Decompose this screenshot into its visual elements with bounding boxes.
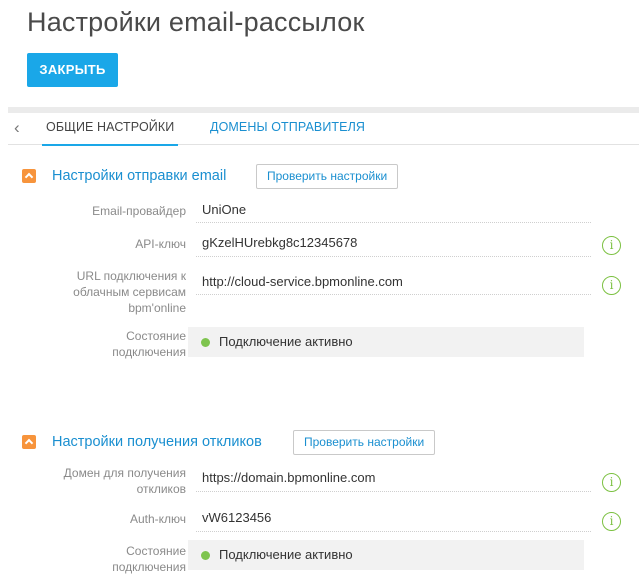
connection-status-text: Подключение активно <box>219 334 353 349</box>
check-send-settings-button[interactable]: Проверить настройки <box>256 164 399 189</box>
api-key-underline <box>196 256 591 257</box>
cloud-url-field[interactable]: http://cloud-service.bpmonline.com <box>202 274 403 289</box>
back-chevron-icon[interactable]: ‹ <box>14 118 28 138</box>
field-label-cloud-url: URL подключения к облачным сервисам bpm'… <box>73 269 186 315</box>
response-domain-field[interactable]: https://domain.bpmonline.com <box>202 470 375 485</box>
status-dot-icon <box>201 551 210 560</box>
field-label-email-provider: Email-провайдер <box>92 204 186 218</box>
receive-section-title: Настройки получения откликов <box>52 434 262 450</box>
info-icon[interactable]: i <box>602 236 621 255</box>
cloud-url-underline <box>196 294 591 295</box>
info-icon[interactable]: i <box>602 473 621 492</box>
collapse-chevron-icon[interactable] <box>22 435 36 449</box>
response-domain-underline <box>196 491 591 492</box>
status-dot-icon <box>201 338 210 347</box>
info-icon[interactable]: i <box>602 512 621 531</box>
field-label-api-key: API-ключ <box>135 237 186 251</box>
connection-status-text: Подключение активно <box>219 547 353 562</box>
field-label-auth-key: Auth-ключ <box>129 512 186 526</box>
page-title: Настройки email-рассылок <box>27 7 365 37</box>
email-provider-underline <box>196 222 591 223</box>
tab-general-settings[interactable]: ОБЩИЕ НАСТРОЙКИ <box>41 120 179 146</box>
field-label-connection-state: Состояние подключения <box>112 544 186 574</box>
tab-bar: ‹ ОБЩИЕ НАСТРОЙКИ ДОМЕНЫ ОТПРАВИТЕЛЯ <box>8 113 639 146</box>
tab-sender-domains[interactable]: ДОМЕНЫ ОТПРАВИТЕЛЯ <box>210 120 365 134</box>
connection-status-box: Подключение активно <box>188 327 584 357</box>
send-section-header[interactable]: Настройки отправки email <box>22 165 272 189</box>
auth-key-field[interactable]: vW6123456 <box>202 510 271 525</box>
send-section-title: Настройки отправки email <box>52 168 227 184</box>
collapse-chevron-icon[interactable] <box>22 169 36 183</box>
api-key-field[interactable]: gKzelHUrebkg8c12345678 <box>202 235 357 250</box>
connection-status-box: Подключение активно <box>188 540 584 570</box>
email-provider-field[interactable]: UniOne <box>202 202 246 217</box>
close-button[interactable]: ЗАКРЫТЬ <box>27 53 118 87</box>
check-receive-settings-button[interactable]: Проверить настройки <box>293 430 436 455</box>
info-icon[interactable]: i <box>602 276 621 295</box>
receive-section-header[interactable]: Настройки получения откликов <box>22 431 282 455</box>
auth-key-underline <box>196 531 591 532</box>
field-label-response-domain: Домен для получения откликов <box>63 466 186 496</box>
field-label-connection-state: Состояние подключения <box>112 329 186 359</box>
